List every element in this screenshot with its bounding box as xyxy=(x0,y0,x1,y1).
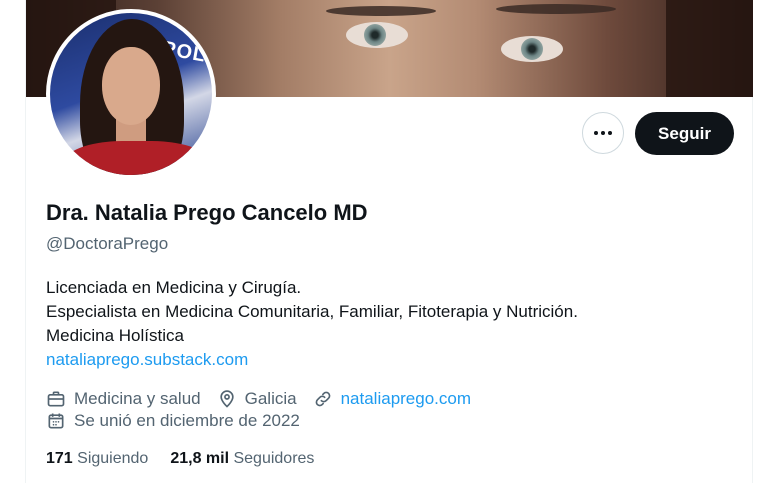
profile-website-link[interactable]: nataliaprego.com xyxy=(341,389,471,409)
following-count: 171 xyxy=(46,450,73,467)
profile-avatar[interactable]: POL xyxy=(46,9,216,179)
bio-line: Especialista en Medicina Comunitaria, Fa… xyxy=(46,302,578,321)
profile-website: nataliaprego.com xyxy=(313,389,471,409)
profile-joined: Se unió en diciembre de 2022 xyxy=(46,411,300,431)
link-icon xyxy=(315,391,330,407)
banner-iris-right xyxy=(521,38,543,60)
left-column-background xyxy=(0,0,25,483)
profile-joined-label: Se unió en diciembre de 2022 xyxy=(74,411,300,430)
profile-joined-row: Se unió en diciembre de 2022 xyxy=(46,410,300,432)
profile-handle: @DoctoraPrego xyxy=(46,234,169,253)
profile-location-label: Galicia xyxy=(244,389,297,408)
bio-link[interactable]: nataliaprego.substack.com xyxy=(46,350,248,369)
banner-eyebrow-left xyxy=(326,6,436,16)
banner-hair-right xyxy=(666,0,753,97)
avatar-face xyxy=(102,47,160,125)
profile-meta-row: Medicina y salud Galicia nataliaprego.co… xyxy=(46,388,471,410)
right-column-background xyxy=(752,0,762,483)
calendar-icon xyxy=(48,413,64,429)
banner-eyebrow-right xyxy=(496,4,616,14)
bio-line: Licenciada en Medicina y Cirugía. xyxy=(46,278,302,297)
briefcase-icon xyxy=(47,391,65,407)
avatar-shirt xyxy=(62,141,212,175)
following-label: Siguiendo xyxy=(77,450,149,467)
profile-display-name: Dra. Natalia Prego Cancelo MD xyxy=(46,200,368,225)
more-options-button[interactable] xyxy=(582,112,624,154)
profile-location: Galicia xyxy=(217,389,297,409)
follow-button[interactable]: Seguir xyxy=(635,112,734,155)
profile-category-label: Medicina y salud xyxy=(74,389,201,408)
profile-stats: 171 Siguiendo 21,8 mil Seguidores xyxy=(46,450,336,468)
profile-column: POL Seguir Dra. Natalia Prego Cancelo MD… xyxy=(25,0,753,483)
following-stat[interactable]: 171 Siguiendo xyxy=(46,450,148,468)
followers-count: 21,8 mil xyxy=(170,450,230,467)
followers-label: Seguidores xyxy=(233,450,315,467)
more-horizontal-icon xyxy=(594,131,612,135)
bio-line: Medicina Holística xyxy=(46,326,184,345)
location-pin-icon xyxy=(219,390,234,408)
followers-stat[interactable]: 21,8 mil Seguidores xyxy=(170,450,314,468)
profile-category: Medicina y salud xyxy=(46,389,201,409)
banner-iris-left xyxy=(364,24,386,46)
profile-bio: Licenciada en Medicina y Cirugía. Especi… xyxy=(46,276,578,372)
